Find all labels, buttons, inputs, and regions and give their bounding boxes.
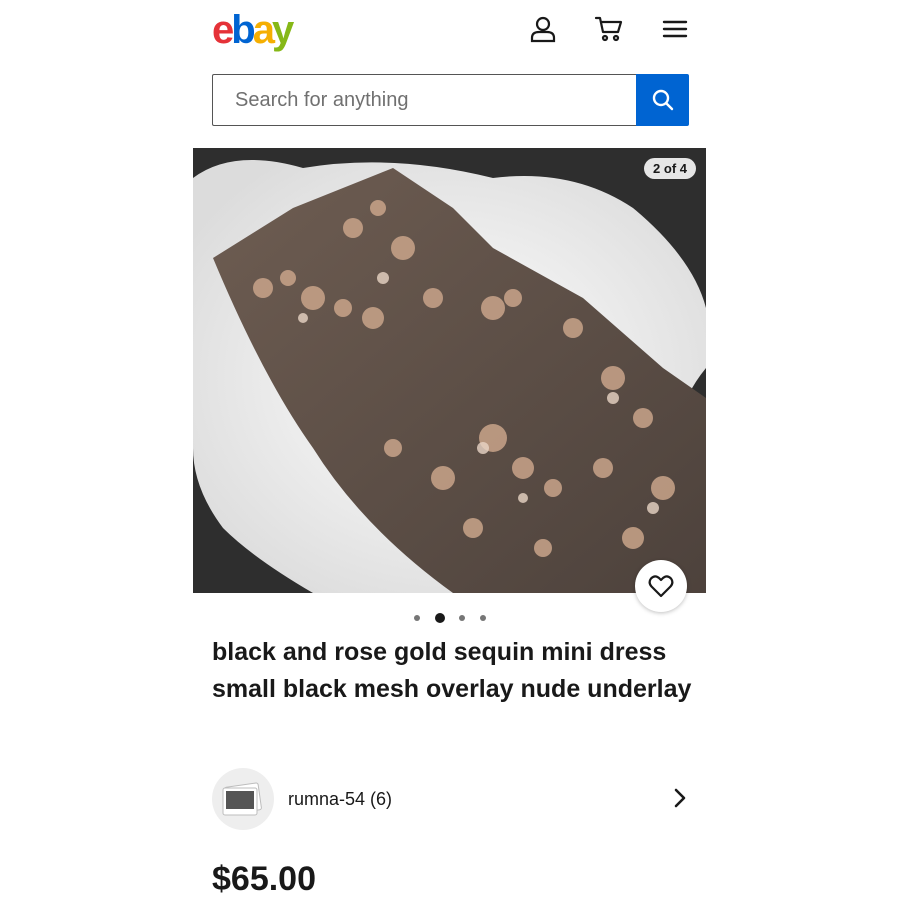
price: $65.00 bbox=[212, 860, 316, 898]
seller-row[interactable]: rumna-54 (6) bbox=[212, 767, 690, 831]
search-icon bbox=[652, 89, 673, 111]
logo-letter-b: b bbox=[231, 8, 256, 52]
search-bar: Search for anything bbox=[212, 74, 689, 126]
favorite-button[interactable] bbox=[635, 560, 687, 612]
seller-avatar bbox=[212, 768, 274, 830]
dress-photo-graphic bbox=[193, 148, 706, 593]
photo-placeholder-icon bbox=[222, 782, 262, 816]
cart-icon[interactable] bbox=[594, 14, 624, 44]
ebay-logo[interactable]: ebay bbox=[212, 8, 294, 52]
header: ebay bbox=[212, 8, 690, 52]
chevron-right-icon bbox=[674, 788, 686, 808]
listing-title: black and rose gold sequin mini dress sm… bbox=[212, 638, 692, 703]
seller-name: rumna-54 (6) bbox=[288, 788, 393, 809]
pagination-dot[interactable] bbox=[414, 615, 420, 621]
heart-icon bbox=[648, 575, 674, 598]
logo-letter-y: y bbox=[271, 8, 294, 52]
pagination-dot-active[interactable] bbox=[434, 613, 445, 623]
search-button[interactable] bbox=[636, 74, 689, 126]
logo-letter-e: e bbox=[212, 8, 234, 52]
image-counter-badge: 2 of 4 bbox=[644, 158, 696, 179]
menu-icon[interactable] bbox=[660, 14, 690, 44]
account-icon[interactable] bbox=[528, 14, 558, 44]
pagination-dot[interactable] bbox=[479, 615, 486, 621]
product-image[interactable]: 2 of 4 bbox=[193, 148, 706, 593]
image-pagination-dots bbox=[414, 611, 486, 625]
pagination-dot[interactable] bbox=[459, 615, 466, 621]
search-input[interactable]: Search for anything bbox=[212, 74, 636, 126]
logo-letter-a: a bbox=[252, 8, 275, 52]
